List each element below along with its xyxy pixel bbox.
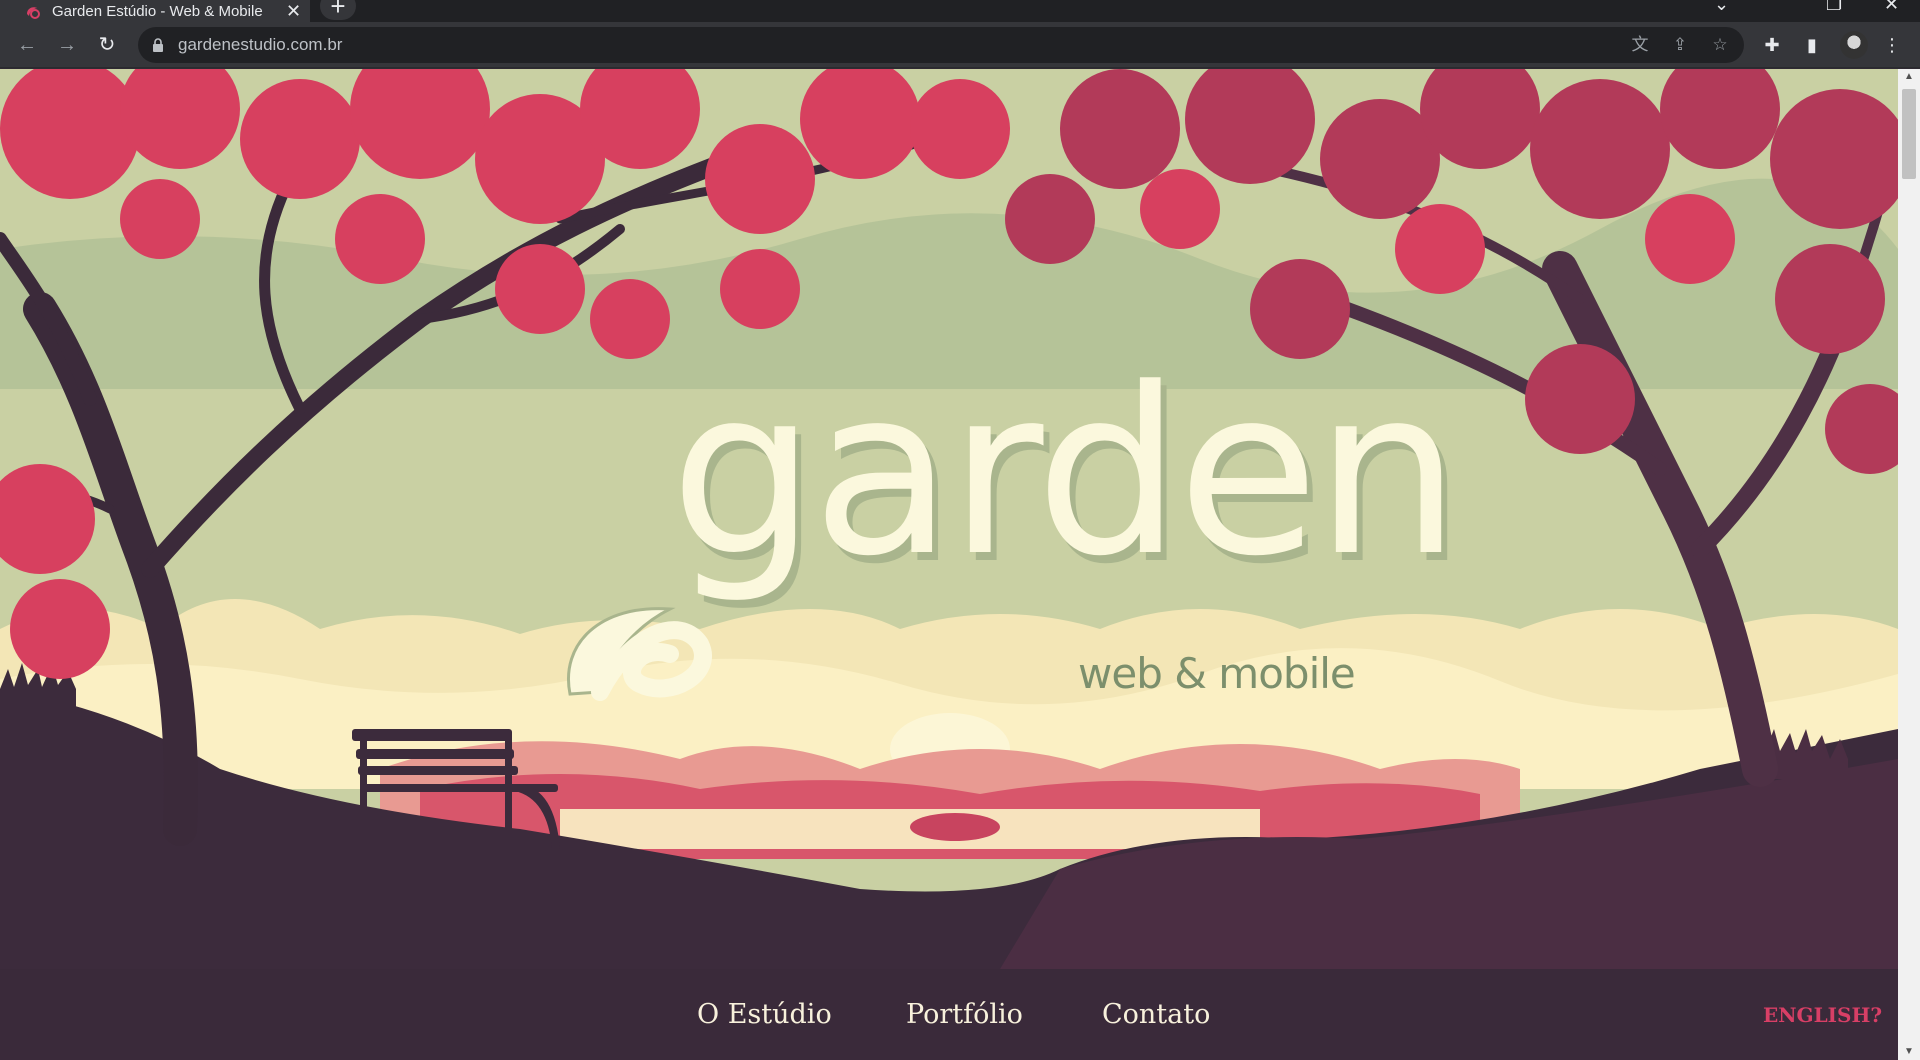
nav-link-estudio[interactable]: O Estúdio	[697, 999, 832, 1030]
forward-button[interactable]: →	[54, 32, 80, 58]
page-scrollbar[interactable]: ▲ ▼	[1898, 69, 1920, 1060]
language-switch-link[interactable]: ENGLISH?	[1763, 1003, 1882, 1027]
browser-tab[interactable]: Garden Estúdio - Web & Mobile ✕	[0, 0, 310, 22]
restore-window-icon[interactable]: ❐	[1826, 0, 1842, 15]
reload-button[interactable]: ↻	[94, 32, 120, 58]
puzzle-icon[interactable]: ✚	[1758, 31, 1786, 59]
tab-strip: Garden Estúdio - Web & Mobile ✕ + ⌄ ❐ ✕	[0, 0, 1920, 22]
logo-tagline: web & mobile	[1078, 649, 1356, 698]
new-tab-button[interactable]: +	[320, 0, 356, 20]
translate-icon[interactable]: 文	[1628, 33, 1652, 57]
back-button[interactable]: ←	[14, 32, 40, 58]
tab-title: Garden Estúdio - Web & Mobile	[52, 2, 263, 20]
lock-icon	[153, 38, 163, 52]
arrow-left-icon: ←	[17, 34, 37, 56]
garden-favicon-icon	[27, 7, 40, 19]
close-tab-icon[interactable]: ✕	[286, 2, 301, 20]
page-viewport: garden web & mobile O Estúdio Portfólio …	[0, 69, 1898, 1060]
nav-link-portfolio[interactable]: Portfólio	[906, 999, 1023, 1030]
url-text: gardenestudio.com.br	[178, 35, 343, 54]
main-navigation: O Estúdio Portfólio Contato ENGLISH?	[0, 969, 1898, 1060]
address-bar[interactable]: gardenestudio.com.br 文 ⇪ ☆	[138, 27, 1744, 63]
garden-logo: garden web & mobile	[560, 359, 1461, 719]
scrollbar-thumb[interactable]	[1902, 89, 1916, 179]
star-icon[interactable]: ☆	[1708, 33, 1732, 57]
close-window-icon[interactable]: ✕	[1884, 0, 1899, 15]
kebab-menu-icon[interactable]: ⋮	[1878, 31, 1906, 59]
browser-toolbar: ← → ↻ gardenestudio.com.br 文 ⇪ ☆ ✚ ▮ ⋮	[0, 22, 1920, 68]
nav-link-contato[interactable]: Contato	[1102, 999, 1210, 1030]
scroll-down-icon[interactable]: ▼	[1898, 1044, 1920, 1060]
scroll-up-icon[interactable]: ▲	[1898, 69, 1920, 85]
logo-wordmark: garden	[670, 340, 1461, 607]
share-icon[interactable]: ⇪	[1668, 33, 1692, 57]
reload-icon: ↻	[98, 34, 116, 56]
tab-search-icon[interactable]: ⌄	[1714, 0, 1729, 15]
profile-avatar[interactable]	[1840, 31, 1868, 59]
arrow-right-icon: →	[57, 34, 77, 56]
hero-illustration: garden web & mobile	[0, 69, 1898, 969]
side-panel-icon[interactable]: ▮	[1798, 31, 1826, 59]
